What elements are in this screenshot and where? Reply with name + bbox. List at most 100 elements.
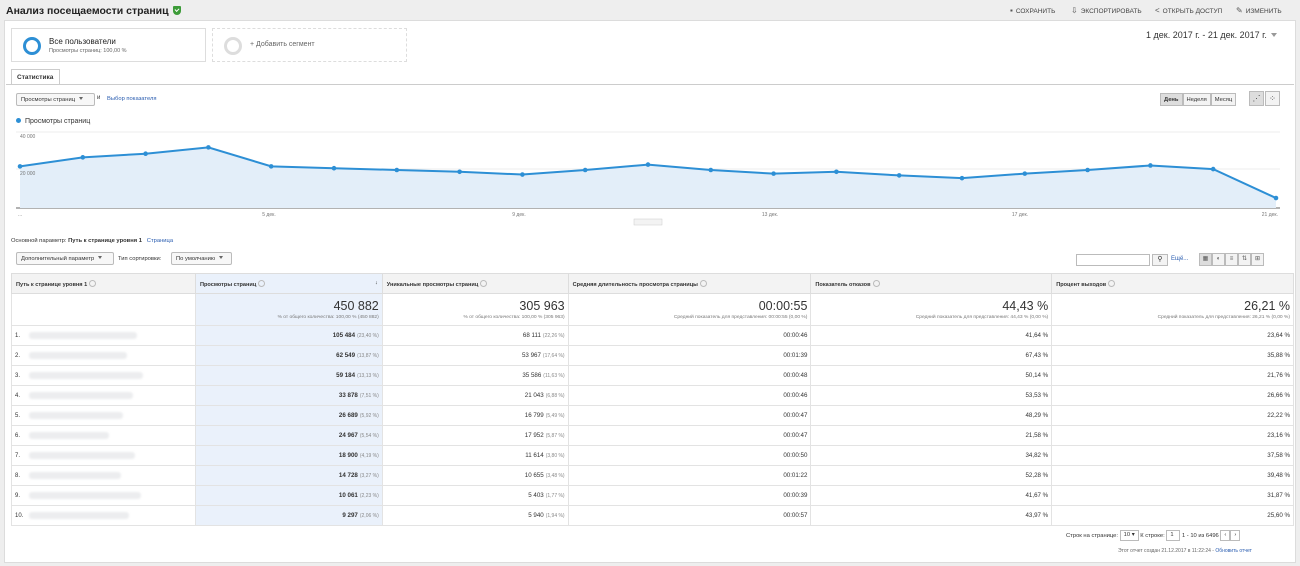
chart-resize-handle[interactable] [633, 218, 663, 226]
data-point[interactable] [80, 155, 86, 160]
table-view-icon[interactable]: ▦ [1199, 253, 1212, 266]
column-header[interactable]: Процент выходов [1051, 273, 1294, 294]
data-point[interactable] [1148, 163, 1153, 168]
exit-rate-cell: 31,87 % [1051, 485, 1294, 506]
line-chart-icon[interactable]: ⋰ [1249, 91, 1264, 106]
table-row[interactable]: 10. 9 297 (2,06 %) 5 940 (1,94 %) 00:00:57 43,… [11, 505, 1294, 526]
sort-type-select[interactable]: По умолчанию [171, 252, 232, 265]
table-row[interactable]: 4. 33 878 (7,51 %) 21 043 (6,88 %) 00:00:46 53… [11, 385, 1294, 406]
date-range-picker[interactable]: 1 дек. 2017 г. - 21 дек. 2017 г. [1146, 30, 1277, 40]
share-icon: < [1155, 6, 1160, 15]
search-icon[interactable]: ⚲ [1152, 254, 1168, 266]
row-dimension-cell[interactable]: 6. [11, 425, 196, 446]
dimension-alt-link[interactable]: Страница [147, 238, 173, 244]
table-row[interactable]: 3. 59 184 (13,13 %) 35 586 (11,63 %) 00:00:48… [11, 365, 1294, 386]
goto-row-label: К строке: [1140, 533, 1165, 540]
next-page-button[interactable]: › [1230, 530, 1241, 541]
row-dimension-cell[interactable]: 2. [11, 345, 196, 366]
row-dimension-cell[interactable]: 8. [11, 465, 196, 486]
row-dimension-cell[interactable]: 4. [11, 385, 196, 406]
row-dimension-cell[interactable]: 9. [11, 485, 196, 506]
metric-select[interactable]: Просмотры страниц [16, 93, 95, 106]
data-point[interactable] [206, 145, 211, 150]
redacted-path [29, 391, 133, 399]
dimension-primary[interactable]: Путь к странице уровня 1 [68, 238, 142, 244]
segment-all-users[interactable]: Все пользователи Просмотры страниц: 100,… [11, 28, 206, 62]
data-point[interactable] [959, 175, 965, 181]
row-dimension-cell[interactable]: 10. [11, 505, 196, 526]
row-dimension-cell[interactable]: 1. [11, 325, 196, 346]
data-point[interactable] [1085, 167, 1090, 173]
granularity-month-button[interactable]: Месяц [1210, 93, 1237, 106]
secondary-dimension-select[interactable]: Дополнительный параметр [16, 252, 114, 265]
row-dimension-cell[interactable]: 5. [11, 405, 196, 426]
choose-metric-link[interactable]: Выбор показателя [107, 96, 157, 102]
edit-button[interactable]: ✎ ИЗМЕНИТЬ [1236, 6, 1282, 15]
totals-cell: 305 963 % от общего количества: 100,00 % … [381, 293, 569, 326]
add-segment-button[interactable]: + Добавить сегмент [212, 28, 407, 62]
table-row[interactable]: 7. 18 900 (4,19 %) 11 614 (3,80 %) 00:00:50 34… [11, 445, 1294, 466]
segment-title: Все пользователи [49, 37, 116, 46]
column-header[interactable]: Уникальные просмотры страниц [381, 273, 569, 294]
table-row[interactable]: 6. 24 967 (5,54 %) 17 952 (5,87 %) 00:00:47 21… [11, 425, 1294, 446]
motion-chart-icon[interactable]: ⁘ [1265, 91, 1280, 106]
prev-page-button[interactable]: ‹ [1220, 530, 1231, 541]
share-button[interactable]: < ОТКРЫТЬ ДОСТУП [1155, 6, 1222, 15]
table-row[interactable]: 5. 26 689 (5,92 %) 16 799 (5,49 %) 00:00:47 48… [11, 405, 1294, 426]
column-header[interactable]: Средняя длительность просмотра страницы [567, 273, 812, 294]
table-row[interactable]: 2. 62 549 (13,87 %) 53 967 (17,64 %) 00:01:39… [11, 345, 1294, 366]
data-point[interactable] [331, 165, 337, 171]
goto-row-input[interactable]: 1 [1166, 530, 1181, 541]
data-point[interactable] [1022, 171, 1028, 176]
tab-statistics[interactable]: Статистика [11, 69, 60, 85]
redacted-path [29, 411, 123, 419]
pageviews-cell: 14 728 (3,27 %) [194, 465, 383, 486]
data-point[interactable] [143, 151, 148, 157]
data-point[interactable] [1210, 166, 1216, 172]
avg-time-cell: 00:00:50 [567, 445, 812, 466]
metric-select-value: Просмотры страниц [21, 97, 76, 103]
data-point[interactable] [268, 164, 274, 169]
data-point[interactable] [771, 171, 776, 176]
unique-pageviews-value: 10 655 [524, 472, 544, 479]
data-point[interactable] [896, 173, 902, 178]
data-point[interactable] [457, 169, 462, 175]
pageviews-percent: (5,54 %) [359, 433, 379, 439]
column-header-label: Средняя длительность просмотра страницы [572, 281, 698, 288]
data-point[interactable] [645, 162, 651, 167]
save-button[interactable]: ▪ СОХРАНИТЬ [1010, 6, 1055, 15]
advanced-filter-link[interactable]: Ещё... [1171, 256, 1188, 262]
data-point[interactable] [582, 167, 588, 173]
column-header[interactable]: Путь к странице уровня 1 [11, 273, 196, 294]
pie-view-icon[interactable]: ◐ [1212, 253, 1225, 266]
pageviews-percent: (7,51 %) [359, 393, 379, 399]
data-point[interactable] [520, 172, 525, 177]
data-point[interactable] [394, 167, 400, 173]
refresh-report-link[interactable]: Обновить отчет [1215, 548, 1252, 554]
table-row[interactable]: 9. 10 061 (2,23 %) 5 403 (1,77 %) 00:00:39 41,… [11, 485, 1294, 506]
table-row[interactable]: 8. 14 728 (3,27 %) 10 655 (3,48 %) 00:01:22 52… [11, 465, 1294, 486]
pivot-view-icon[interactable]: ⊞ [1251, 253, 1264, 266]
data-point[interactable] [17, 164, 23, 169]
column-header[interactable]: Показатель отказов [810, 273, 1053, 294]
pageviews-cell: 59 184 (13,13 %) [194, 365, 383, 386]
data-point[interactable] [1273, 195, 1279, 201]
export-button[interactable]: ⇩ ЭКСПОРТИРОВАТЬ [1071, 6, 1142, 15]
rows-per-page-select[interactable]: 10 ▾ [1119, 530, 1139, 541]
granularity-week-button[interactable]: Неделя [1182, 93, 1211, 106]
performance-view-icon[interactable]: ≡ [1225, 253, 1238, 266]
bounce-rate-value: 21,58 % [1025, 432, 1049, 439]
bounce-rate-value: 67,43 % [1025, 352, 1049, 359]
row-dimension-cell[interactable]: 7. [11, 445, 196, 466]
granularity-day-button[interactable]: День [1160, 93, 1183, 106]
table-row[interactable]: 1. 105 484 (23,40 %) 68 111 (22,26 %) 00:00:4… [11, 325, 1294, 346]
row-dimension-cell[interactable]: 3. [11, 365, 196, 386]
help-icon [699, 279, 707, 287]
bounce-rate-cell: 50,14 % [810, 365, 1053, 386]
table-search-input[interactable] [1076, 254, 1150, 266]
data-point[interactable] [834, 169, 839, 175]
column-header[interactable]: Просмотры страниц ↓ [194, 273, 383, 294]
data-point[interactable] [708, 167, 714, 173]
exit-rate-cell: 25,60 % [1051, 505, 1294, 526]
comparison-view-icon[interactable]: ⇅ [1238, 253, 1251, 266]
